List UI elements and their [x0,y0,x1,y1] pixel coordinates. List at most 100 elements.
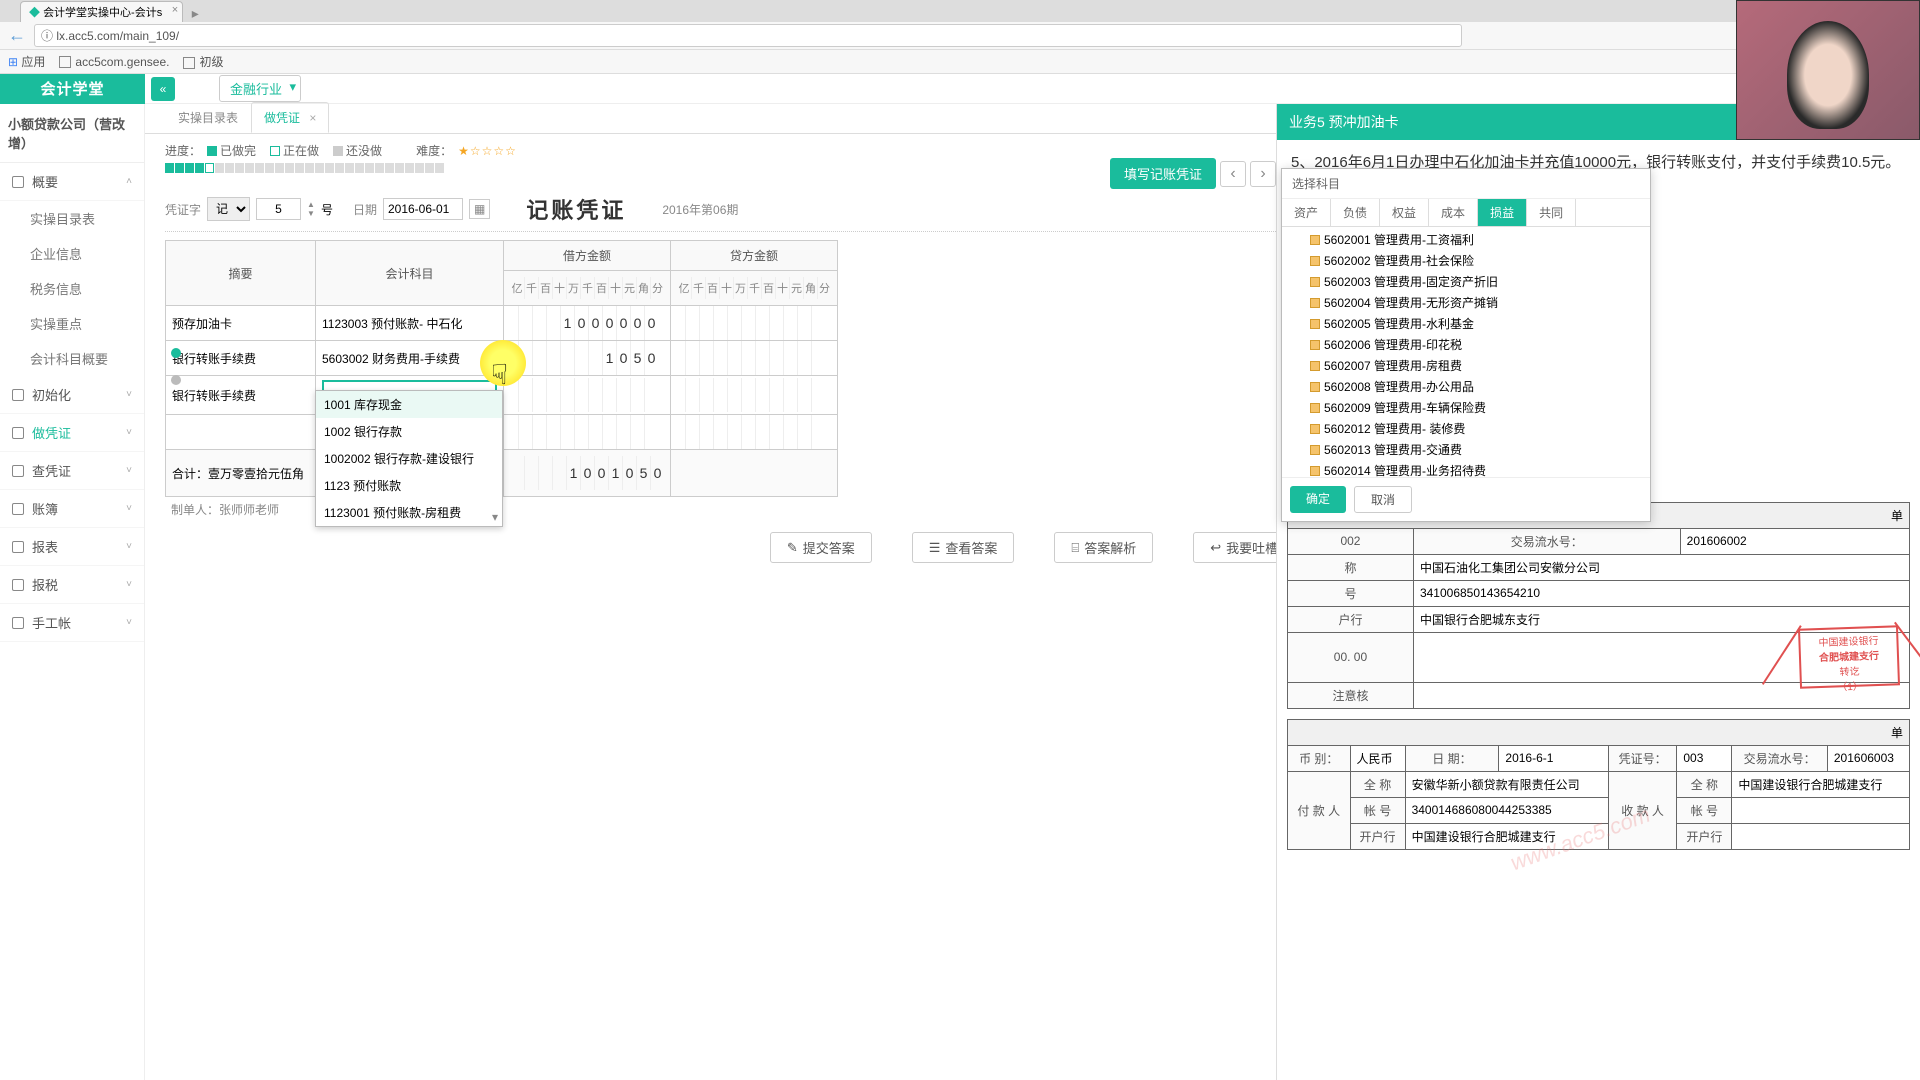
tree-item[interactable]: 5602009 管理费用-车辆保险费 [1282,397,1650,418]
bookmark-item[interactable]: 初级 [183,53,223,70]
picker-tab[interactable]: 资产 [1282,199,1331,226]
progress-cell[interactable] [245,163,254,173]
progress-cell[interactable] [195,163,204,173]
browser-tab[interactable]: ◆ 会计学堂实操中心-会计s × [20,1,183,22]
progress-cell[interactable] [235,163,244,173]
progress-cell[interactable] [275,163,284,173]
progress-cell[interactable] [435,163,444,173]
spin-up[interactable]: ▲ [307,200,315,209]
tree-item[interactable]: 5602003 管理费用-固定资产折旧 [1282,271,1650,292]
progress-cell[interactable] [295,163,304,173]
receipt-1: 单 002交易流水号：201606002 称中国石油化工集团公司安徽分公司 号3… [1287,502,1910,709]
tree-item[interactable]: 5602005 管理费用-水利基金 [1282,313,1650,334]
sidebar-group-账簿[interactable]: 账簿˅ [0,490,144,528]
progress-cell[interactable] [385,163,394,173]
progress-cell[interactable] [255,163,264,173]
progress-cell[interactable] [355,163,364,173]
calendar-icon[interactable]: ▦ [469,199,490,219]
progress-cell[interactable] [315,163,324,173]
date-input[interactable] [383,198,463,220]
progress-cell[interactable] [405,163,414,173]
tree-item[interactable]: 5602012 管理费用- 装修费 [1282,418,1650,439]
bookmark-item[interactable]: acc5com.gensee. [59,55,169,69]
sidebar-group-做凭证[interactable]: 做凭证˅ [0,414,144,452]
progress-cell[interactable] [375,163,384,173]
progress-cell[interactable] [265,163,274,173]
ok-button[interactable]: 确定 [1290,486,1346,513]
picker-tab[interactable]: 损益 [1478,199,1527,226]
analysis-button[interactable]: ⌸答案解析 [1054,532,1153,563]
voucher-word-select[interactable]: 记 [207,197,250,221]
progress-cell[interactable] [225,163,234,173]
tree-item[interactable]: 5602006 管理费用-印花税 [1282,334,1650,355]
sidebar-group-手工帐[interactable]: 手工帐˅ [0,604,144,642]
picker-tab[interactable]: 共同 [1527,199,1576,226]
tree-item[interactable]: 5602014 管理费用-业务招待费 [1282,460,1650,477]
tree-item[interactable]: 5602013 管理费用-交通费 [1282,439,1650,460]
collapse-sidebar-button[interactable]: « [151,77,175,101]
new-tab-button[interactable]: ▸ [185,5,205,22]
dropdown-option[interactable]: 1002002 银行存款-建设银行 [316,445,502,472]
back-icon[interactable]: ← [8,25,26,46]
sidebar-item[interactable]: 税务信息 [0,271,144,306]
spin-down[interactable]: ▼ [307,209,315,218]
tree-item[interactable]: 5602001 管理费用-工资福利 [1282,229,1650,250]
apps-shortcut[interactable]: ⊞ 应用 [8,53,45,70]
picker-tab[interactable]: 成本 [1429,199,1478,226]
close-icon[interactable]: × [172,4,178,16]
close-icon[interactable]: × [309,111,316,125]
tab-voucher[interactable]: 做凭证 × [251,102,329,133]
subject-autocomplete-dropdown[interactable]: 1001 库存现金1002 银行存款1002002 银行存款-建设银行1123 … [315,390,503,527]
sidebar-group-初始化[interactable]: 初始化˅ [0,376,144,414]
progress-cell[interactable] [345,163,354,173]
progress-cell[interactable] [185,163,194,173]
voucher-row[interactable]: 预存加油卡 1123003 预付账款- 中石化 1000000 [166,306,838,341]
progress-cell[interactable] [335,163,344,173]
progress-cell[interactable] [175,163,184,173]
next-button[interactable]: › [1250,161,1276,187]
industry-dropdown[interactable]: 金融行业 [219,75,301,102]
sidebar-item[interactable]: 实操重点 [0,306,144,341]
sidebar-item[interactable]: 会计科目概要 [0,341,144,376]
tree-item[interactable]: 5602007 管理费用-房租费 [1282,355,1650,376]
voucher-number-input[interactable] [256,198,301,220]
tree-item[interactable]: 5602008 管理费用-办公用品 [1282,376,1650,397]
voucher-row[interactable]: 银行转账手续费 5603002 财务费用-手续费 1050 [166,341,838,376]
sidebar-group-查凭证[interactable]: 查凭证˅ [0,452,144,490]
view-answer-button[interactable]: ☰查看答案 [912,532,1015,563]
submit-answer-button[interactable]: ✎提交答案 [770,532,872,563]
progress-cell[interactable] [215,163,224,173]
tab-directory[interactable]: 实操目录表 [165,102,251,133]
receipts-area[interactable]: 单 002交易流水号：201606002 称中国石油化工集团公司安徽分公司 号3… [1277,496,1920,1080]
sidebar-group-概要[interactable]: 概要˄ [0,163,144,201]
subject-tree[interactable]: 5602001 管理费用-工资福利5602002 管理费用-社会保险560200… [1282,227,1650,477]
url-input[interactable]: lx.acc5.com/main_109/ [34,24,1462,47]
tree-item[interactable]: 5602002 管理费用-社会保险 [1282,250,1650,271]
progress-cell[interactable] [395,163,404,173]
progress-cell[interactable] [285,163,294,173]
picker-tab[interactable]: 负债 [1331,199,1380,226]
progress-cell[interactable] [415,163,424,173]
sidebar-item[interactable]: 实操目录表 [0,201,144,236]
row-indicator[interactable] [171,348,181,358]
progress-cell[interactable] [425,163,434,173]
dropdown-option[interactable]: 1123 预付账款 [316,472,502,499]
progress-cell[interactable] [205,163,214,173]
dropdown-option[interactable]: 1002 银行存款 [316,418,502,445]
fill-voucher-button[interactable]: 填写记账凭证 [1110,158,1216,189]
sidebar-item[interactable]: 企业信息 [0,236,144,271]
cancel-button[interactable]: 取消 [1354,486,1412,513]
progress-cell[interactable] [325,163,334,173]
picker-tab[interactable]: 权益 [1380,199,1429,226]
difficulty-label: 难度： [416,142,452,159]
dropdown-option[interactable]: 1123001 预付账款-房租费 [316,499,502,526]
row-indicator[interactable] [171,375,181,385]
sidebar-group-报税[interactable]: 报税˅ [0,566,144,604]
sidebar-group-报表[interactable]: 报表˅ [0,528,144,566]
progress-cell[interactable] [305,163,314,173]
progress-cell[interactable] [365,163,374,173]
tree-item[interactable]: 5602004 管理费用-无形资产摊销 [1282,292,1650,313]
progress-cell[interactable] [165,163,174,173]
prev-button[interactable]: ‹ [1220,161,1246,187]
dropdown-option[interactable]: 1001 库存现金 [316,391,502,418]
